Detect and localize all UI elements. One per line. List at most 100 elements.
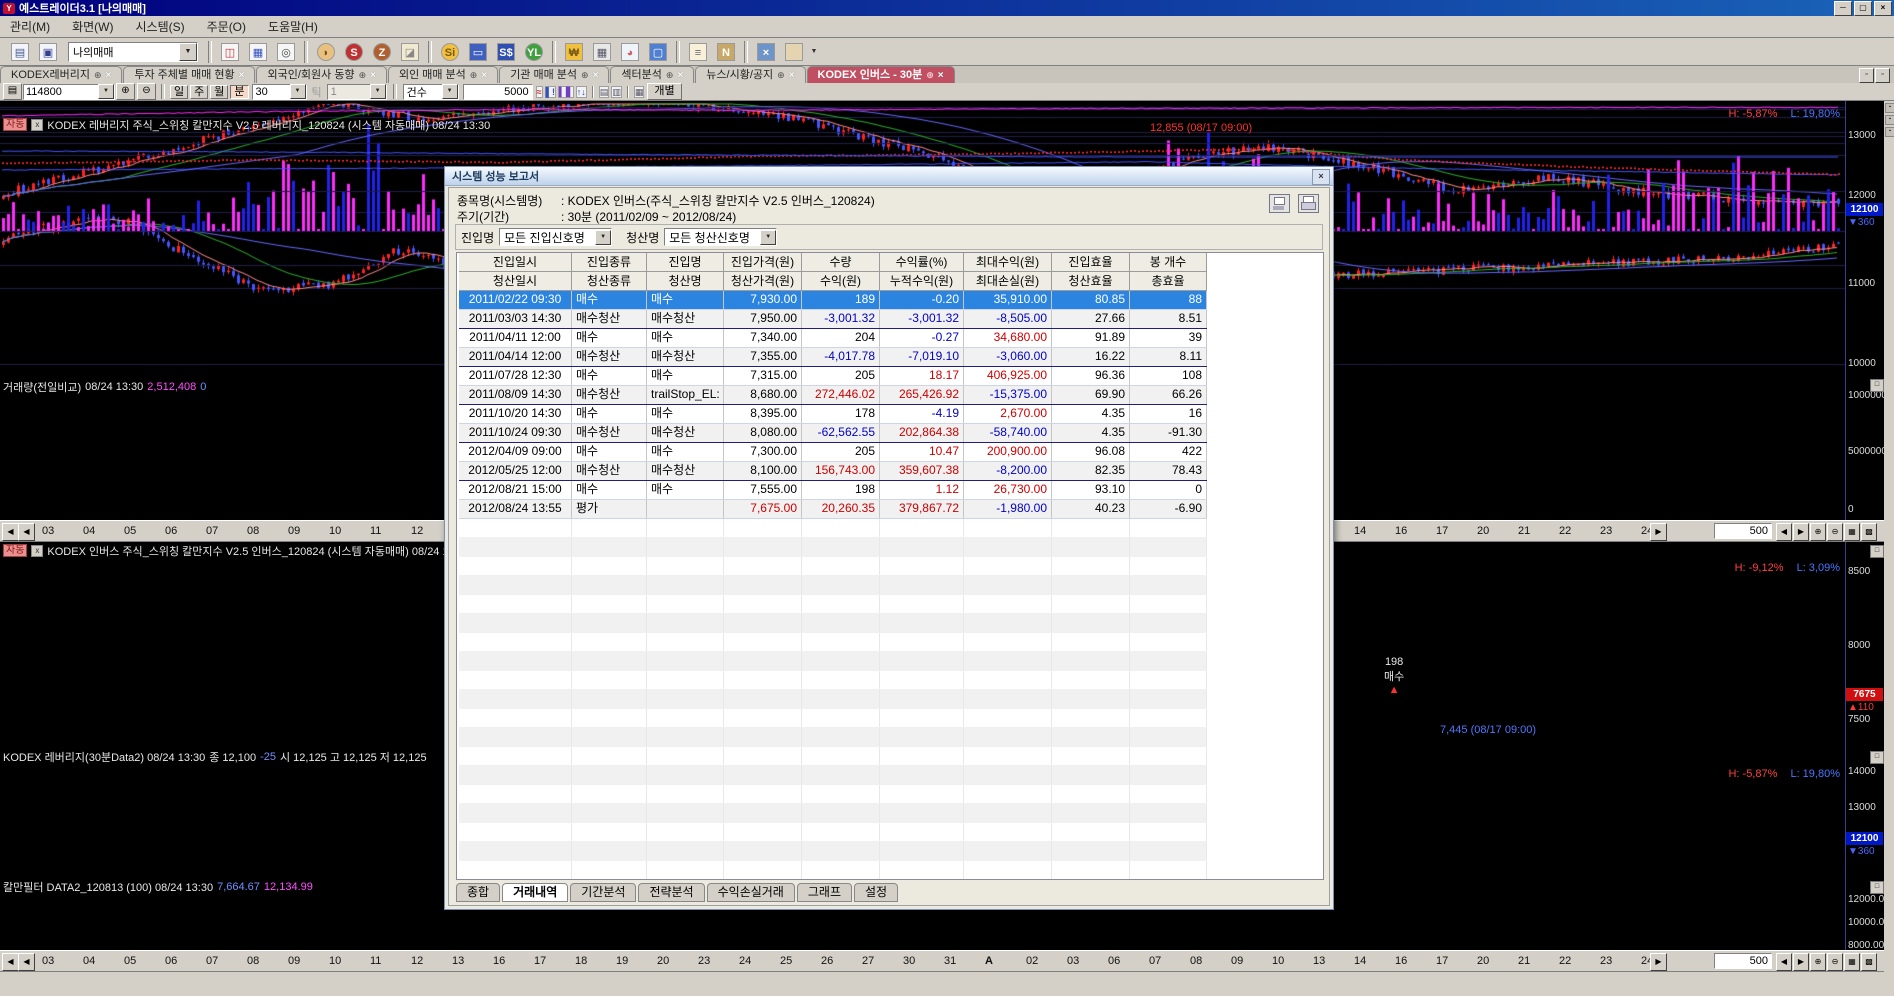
scroll-left-button[interactable]: ◀ xyxy=(2,953,19,971)
chevron-down-icon[interactable]: ▼ xyxy=(760,230,776,245)
tab-close-icon[interactable]: × xyxy=(481,68,487,83)
table-row[interactable] xyxy=(459,766,1207,785)
symbol-book-icon[interactable]: ▤ xyxy=(3,83,22,100)
table-row[interactable] xyxy=(459,576,1207,595)
pane-minimize-icon[interactable]: □ xyxy=(1870,881,1884,894)
tab-close-icon[interactable]: × xyxy=(106,68,112,83)
table-row[interactable]: 2011/10/20 14:30매수매수8,395.00178-4.192,67… xyxy=(459,405,1207,424)
blank-icon[interactable] xyxy=(781,41,807,63)
table-row[interactable] xyxy=(459,785,1207,804)
pane-control-icon[interactable]: ▪ xyxy=(1885,127,1894,137)
table-row[interactable] xyxy=(459,690,1207,709)
candlestick-icon[interactable]: ◫ xyxy=(217,41,243,63)
zoom-in-icon[interactable]: ⊕ xyxy=(1810,523,1826,541)
bar-count-input[interactable] xyxy=(1714,523,1772,539)
chevron-down-icon[interactable]: ▼ xyxy=(442,84,458,99)
report-tab-1[interactable]: 거래내역 xyxy=(502,883,568,902)
layout-icon[interactable]: ▩ xyxy=(1861,953,1877,971)
table-row[interactable] xyxy=(459,519,1207,538)
minute-combobox[interactable]: 30 ▼ xyxy=(252,84,307,100)
table-row[interactable]: 2011/08/09 14:30매수청산trailStop_EL:8,680.0… xyxy=(459,386,1207,405)
page-left-icon[interactable]: ◀ xyxy=(1776,523,1792,541)
sort-arrows-icon[interactable]: ↑↓ xyxy=(576,86,587,98)
table-row[interactable]: 2012/05/25 12:00매수청산매수청산8,100.00156,743.… xyxy=(459,462,1207,481)
calendar-search-icon[interactable]: ▦ xyxy=(589,41,615,63)
report-tab-2[interactable]: 기간분석 xyxy=(570,883,636,902)
chevron-down-icon[interactable]: ▼ xyxy=(179,43,197,61)
news-icon[interactable]: N xyxy=(713,41,739,63)
menu-item-o[interactable]: 주문(O) xyxy=(207,18,246,35)
table-row[interactable]: 2012/04/09 09:00매수매수7,300.0020510.47200,… xyxy=(459,443,1207,462)
table-row[interactable] xyxy=(459,747,1207,766)
tabbar-mini-button[interactable]: ▫ xyxy=(1859,68,1874,83)
workspace-tab-6[interactable]: 뉴스/시황/공지⊕× xyxy=(695,66,805,83)
period-day-button[interactable]: 일 xyxy=(170,85,188,99)
tab-close-icon[interactable]: × xyxy=(370,68,376,83)
table-row[interactable] xyxy=(459,709,1207,728)
save-icon[interactable]: ▣ xyxy=(35,41,61,63)
grid-toggle-icon[interactable]: ▦ xyxy=(1844,523,1860,541)
chevron-down-icon[interactable]: ▼ xyxy=(290,84,306,99)
table-row[interactable] xyxy=(459,614,1207,633)
workspace-tab-0[interactable]: KODEX레버리지⊕× xyxy=(0,66,122,83)
pie-chart-icon[interactable]: ◕ xyxy=(617,41,643,63)
page-right-icon[interactable]: ▶ xyxy=(1793,953,1809,971)
table-row[interactable]: 2011/07/28 12:30매수매수7,315.0020518.17406,… xyxy=(459,367,1207,386)
menu-item-h[interactable]: 도움말(H) xyxy=(268,18,318,35)
flash-icon[interactable]: Z xyxy=(369,41,395,63)
tab-close-icon[interactable]: × xyxy=(593,68,599,83)
scroll-left2-button[interactable]: ◀ xyxy=(18,523,35,541)
print-report-icon[interactable] xyxy=(1298,194,1319,213)
volume-bars-icon[interactable]: ▍▋ xyxy=(558,86,574,98)
menu-item-m[interactable]: 관리(M) xyxy=(10,18,50,35)
yl-icon[interactable]: YL xyxy=(521,41,547,63)
bar-count-input[interactable] xyxy=(1714,953,1772,969)
symbol-dropdown-icon[interactable]: ▼ xyxy=(98,84,114,99)
grid-icon[interactable]: ▦ xyxy=(634,86,645,98)
table-row[interactable]: 2011/10/24 09:30매수청산매수청산8,080.00-62,562.… xyxy=(459,424,1207,443)
monitor-icon[interactable]: ▢ xyxy=(645,41,671,63)
symbol-input[interactable] xyxy=(24,86,98,98)
new-chart-icon[interactable]: ▤ xyxy=(7,41,33,63)
layout-icon[interactable]: ▩ xyxy=(1861,523,1877,541)
workspace-tab-2[interactable]: 외국인/회원사 동향⊕× xyxy=(256,66,386,83)
individual-button[interactable]: 개별 xyxy=(647,83,681,100)
menu-item-w[interactable]: 화면(W) xyxy=(72,18,113,35)
zoom-out-icon[interactable]: ⊖ xyxy=(137,83,156,100)
table-row[interactable]: 2011/04/11 12:00매수매수7,340.00204-0.2734,6… xyxy=(459,329,1207,348)
zoom-out-icon[interactable]: ⊖ xyxy=(1827,523,1843,541)
table-row[interactable] xyxy=(459,538,1207,557)
tab-close-icon[interactable]: × xyxy=(677,68,683,83)
report-tab-0[interactable]: 종합 xyxy=(456,883,500,902)
table-row[interactable] xyxy=(459,557,1207,576)
table-row[interactable] xyxy=(459,842,1207,861)
report-tab-3[interactable]: 전략분석 xyxy=(638,883,704,902)
ss-icon[interactable]: S$ xyxy=(493,41,519,63)
close-button[interactable]: × xyxy=(1874,1,1892,16)
count-input[interactable] xyxy=(463,84,533,100)
count-combobox[interactable]: 건수 ▼ xyxy=(403,84,459,100)
maximize-button[interactable]: ▢ xyxy=(1854,1,1872,16)
table-row[interactable]: 2012/08/24 13:55평가7,675.0020,260.35379,8… xyxy=(459,500,1207,519)
more-tools-icon[interactable]: ▼ xyxy=(808,43,820,61)
bar-alert-icon[interactable]: ▌! xyxy=(545,86,556,98)
quote-grid-icon[interactable]: ▦ xyxy=(245,41,271,63)
page-right-icon[interactable]: ▶ xyxy=(1793,523,1809,541)
table-row[interactable] xyxy=(459,652,1207,671)
money-bag-icon[interactable]: ₩ xyxy=(561,41,587,63)
search-icon[interactable]: ◎ xyxy=(273,41,299,63)
pane-minimize-icon[interactable]: □ xyxy=(1870,751,1884,764)
report-tab-6[interactable]: 설정 xyxy=(854,883,898,902)
workspace-tab-4[interactable]: 기관 매매 분석⊕× xyxy=(499,66,609,83)
filter-combobox-1[interactable]: 모든 청산신호명▼ xyxy=(664,228,777,246)
scroll-left-button[interactable]: ◀ xyxy=(2,523,19,541)
zoom-in-icon[interactable]: ⊕ xyxy=(1810,953,1826,971)
report-tab-5[interactable]: 그래프 xyxy=(797,883,852,902)
page-b-icon[interactable]: ▥ xyxy=(611,86,622,98)
tab-close-icon[interactable]: × xyxy=(239,68,245,83)
workspace-tab-5[interactable]: 섹터분석⊕× xyxy=(610,66,694,83)
page-d-icon[interactable]: ▤ xyxy=(599,86,610,98)
helmet-icon[interactable]: ◗ xyxy=(313,41,339,63)
workspace-tab-3[interactable]: 외인 매매 분석⊕× xyxy=(388,66,498,83)
save-report-icon[interactable] xyxy=(1269,194,1290,213)
